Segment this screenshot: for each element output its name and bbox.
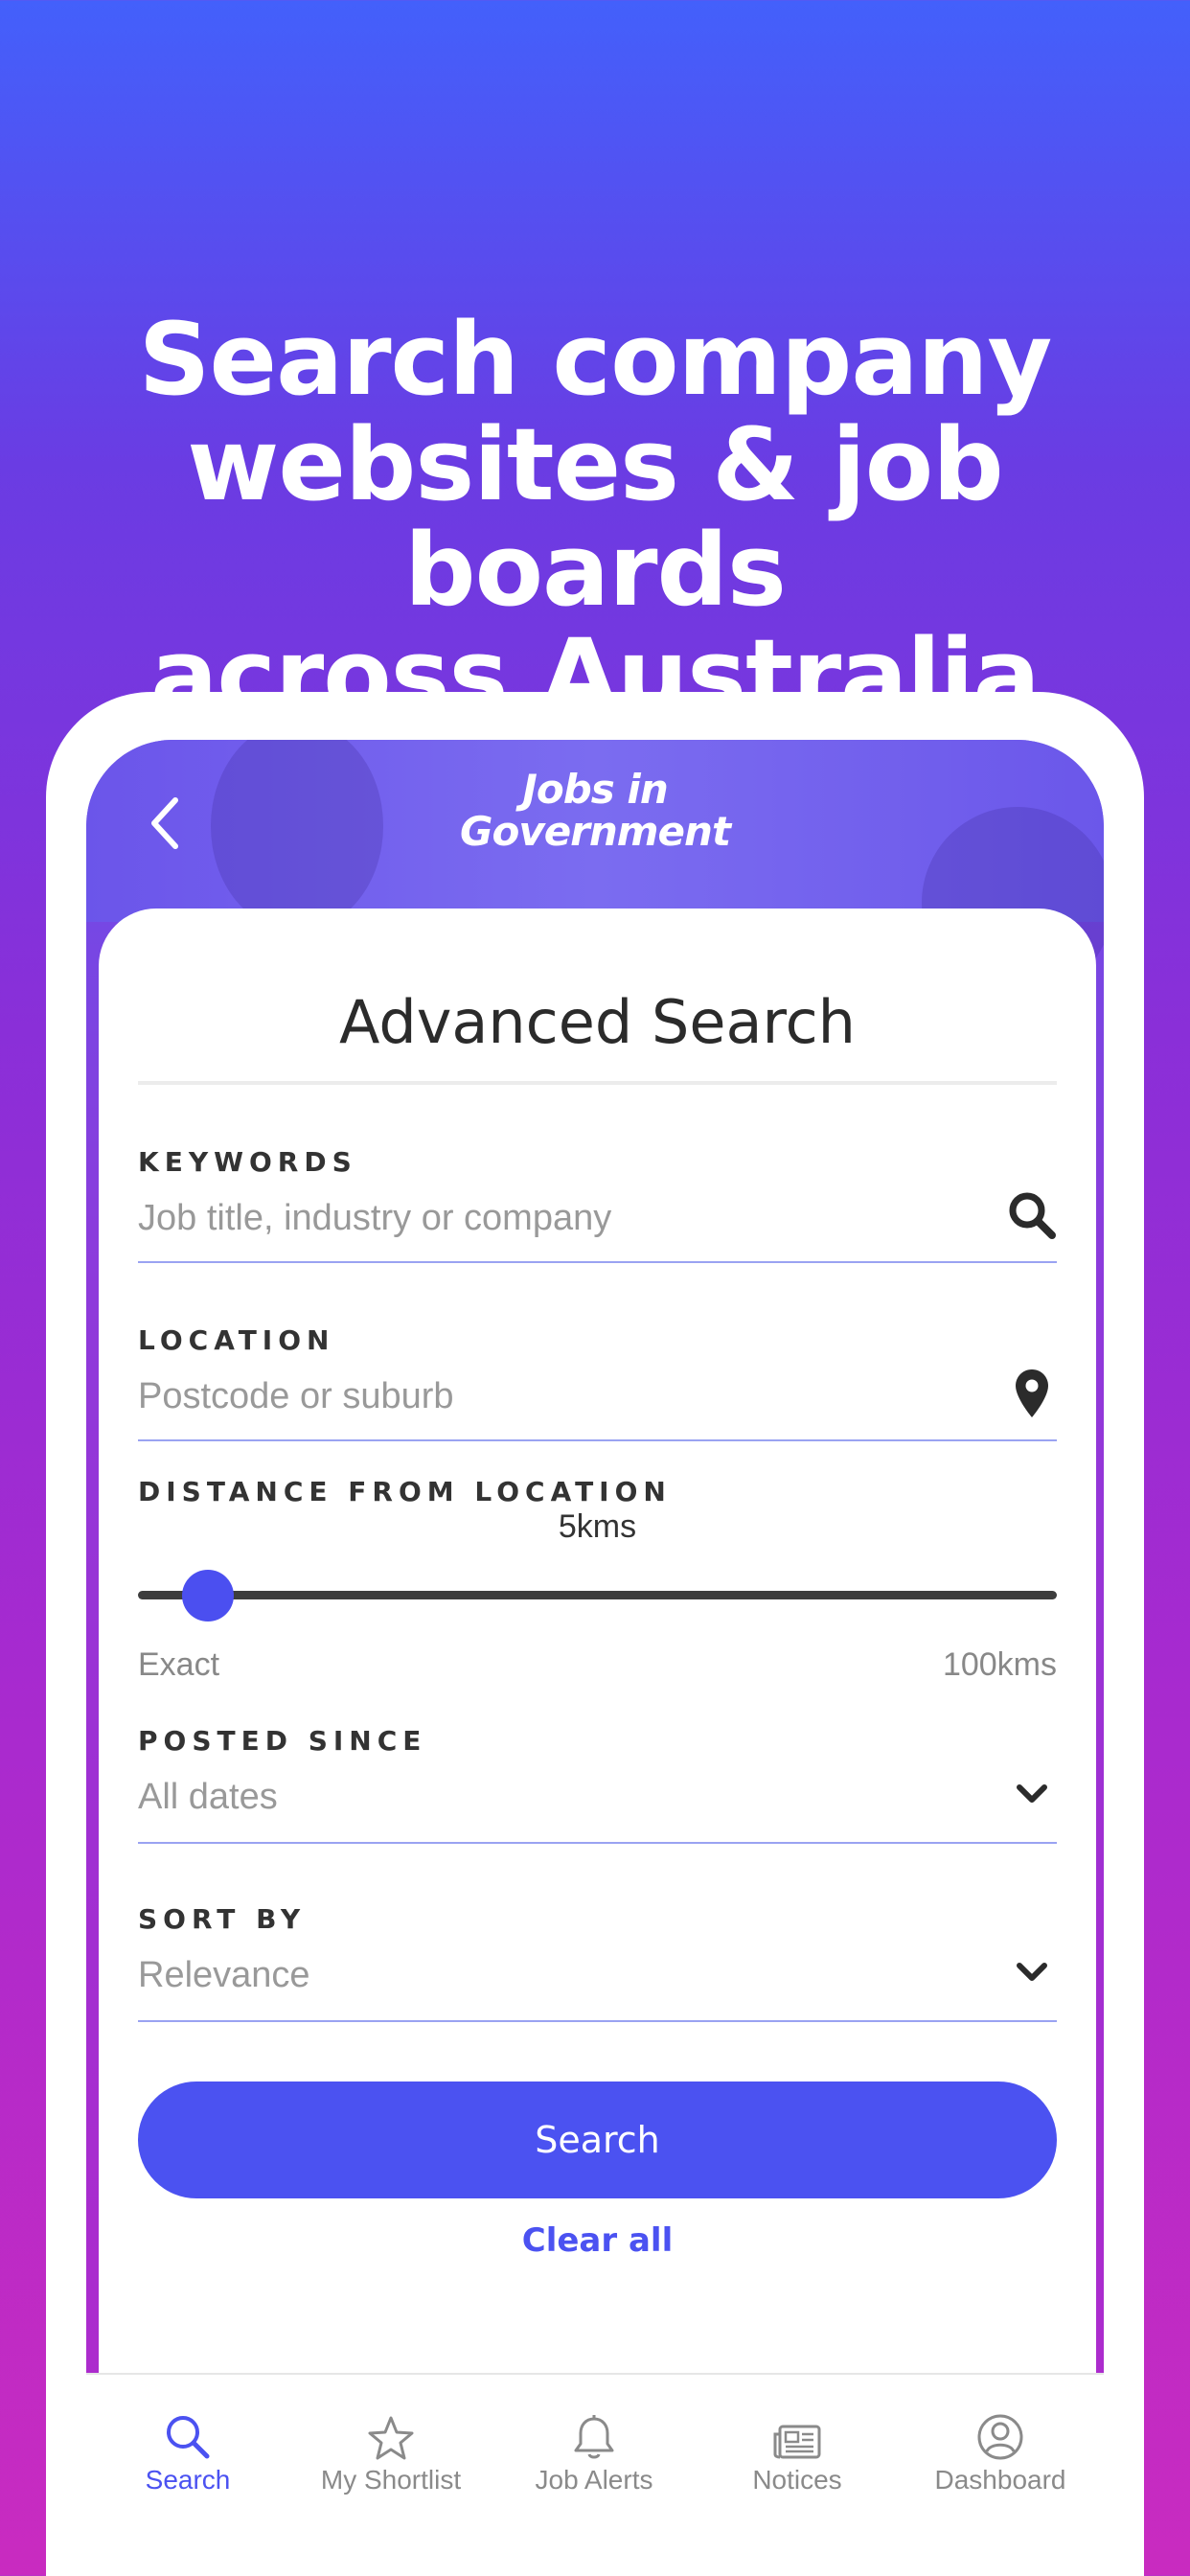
bell-icon bbox=[574, 2415, 614, 2459]
tab-search[interactable]: Search bbox=[86, 2404, 289, 2496]
tab-label: Job Alerts bbox=[535, 2465, 653, 2495]
tab-dashboard[interactable]: Dashboard bbox=[899, 2404, 1102, 2496]
app-logo: Jobs in Government bbox=[86, 769, 1104, 853]
clear-all-link[interactable]: Clear all bbox=[99, 2221, 1096, 2260]
distance-slider-thumb[interactable] bbox=[182, 1570, 235, 1622]
distance-slider-track[interactable] bbox=[138, 1591, 1057, 1599]
search-button[interactable]: Search bbox=[138, 2082, 1057, 2198]
location-pin-icon[interactable] bbox=[1005, 1365, 1059, 1422]
slider-max-label: 100kms bbox=[942, 1646, 1057, 1683]
distance-label: DISTANCE FROM LOCATION bbox=[138, 1476, 672, 1507]
tab-job-alerts[interactable]: Job Alerts bbox=[492, 2404, 696, 2496]
distance-value: 5kms bbox=[558, 1508, 637, 1545]
app-header: Jobs in Government bbox=[86, 740, 1104, 999]
slider-min-label: Exact bbox=[138, 1646, 220, 1683]
tab-notices[interactable]: Notices bbox=[696, 2404, 899, 2496]
search-icon bbox=[167, 2416, 210, 2459]
chevron-down-icon[interactable] bbox=[1005, 1944, 1059, 2001]
headline-line-2: websites & job boards bbox=[187, 406, 1003, 629]
logo-line-1: Jobs in bbox=[522, 766, 668, 813]
tab-my-shortlist[interactable]: My Shortlist bbox=[289, 2404, 492, 2496]
location-input[interactable] bbox=[138, 1370, 1000, 1422]
newspaper-icon bbox=[773, 2425, 821, 2459]
logo-line-2: Government bbox=[459, 808, 731, 855]
tab-label: Notices bbox=[752, 2465, 842, 2495]
page-title: Advanced Search bbox=[339, 987, 856, 1057]
marketing-headline: Search company websites & job boards acr… bbox=[0, 307, 1190, 728]
sort-by-label: SORT BY bbox=[138, 1903, 307, 1935]
posted-since-underline bbox=[138, 1842, 1057, 1844]
bottom-tab-bar: Search My Shortlist Job Alerts Notices D… bbox=[86, 2373, 1104, 2576]
keywords-label: KEYWORDS bbox=[138, 1146, 357, 1178]
search-icon[interactable] bbox=[1005, 1186, 1059, 1244]
tab-label: Dashboard bbox=[934, 2465, 1066, 2495]
chevron-down-icon[interactable] bbox=[1005, 1765, 1059, 1823]
sort-by-select[interactable]: Relevance bbox=[138, 1955, 310, 1996]
sort-by-underline bbox=[138, 2020, 1057, 2022]
tab-label: Search bbox=[145, 2465, 231, 2495]
location-label: LOCATION bbox=[138, 1324, 335, 1356]
location-underline bbox=[138, 1439, 1057, 1441]
star-icon bbox=[368, 2416, 414, 2460]
keywords-input[interactable] bbox=[138, 1192, 1000, 1244]
advanced-search-card: Advanced Search KEYWORDS LOCATION DISTAN… bbox=[99, 908, 1096, 2576]
keywords-underline bbox=[138, 1261, 1057, 1263]
headline-line-1: Search company bbox=[138, 301, 1053, 418]
posted-since-label: POSTED SINCE bbox=[138, 1725, 427, 1757]
title-divider bbox=[138, 1081, 1057, 1085]
tab-label: My Shortlist bbox=[320, 2465, 462, 2495]
user-circle-icon bbox=[977, 2414, 1023, 2460]
posted-since-select[interactable]: All dates bbox=[138, 1777, 278, 1818]
